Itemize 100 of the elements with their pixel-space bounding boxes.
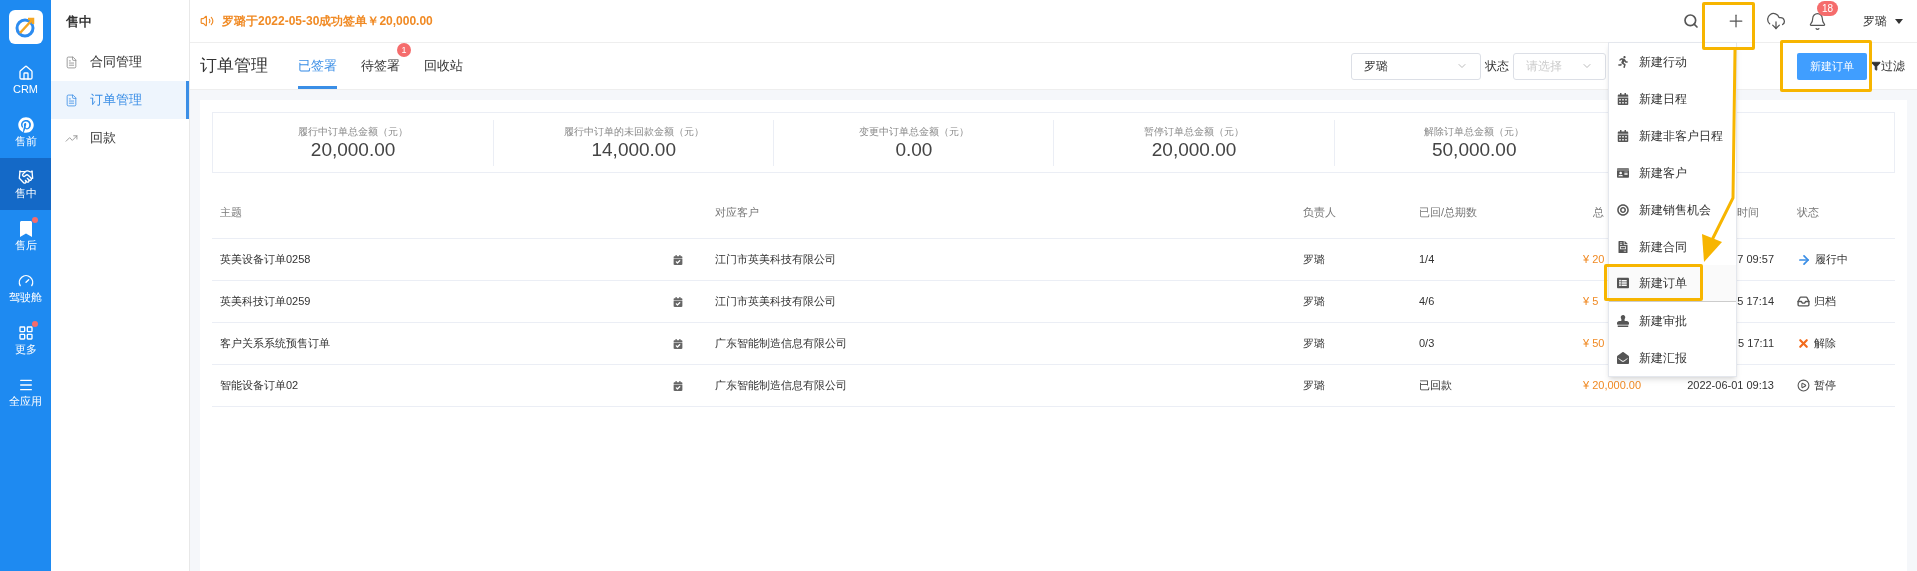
tab[interactable]: 回收站 [424,43,463,89]
status-text: 归档 [1814,294,1836,310]
table-cell-text: 广东智能制造信息有限公司 [715,336,848,352]
rail-item[interactable]: CRM [0,54,51,106]
menu-item[interactable]: 新建非客户日程 [1609,117,1736,154]
column-header: 负责人 [1303,205,1336,221]
menu-item[interactable]: 新建审批 [1609,302,1736,339]
column-header: 状态 [1797,205,1819,221]
column-header: 对应客户 [715,205,759,221]
stat-value: 20,000.00 [310,138,396,161]
stat-label: 暂停订单总金额（元） [1144,124,1245,139]
calendar-icon[interactable] [673,296,683,307]
menu-item[interactable]: 新建汇报 [1609,339,1736,376]
column-header: 主题 [220,205,242,221]
table-cell-text: 0/3 [1419,336,1436,352]
bell-icon[interactable] [1808,11,1827,31]
table-cell-text: ¥ 20 [1583,252,1605,268]
menu-item[interactable]: 新建日程 [1609,80,1736,117]
rail-item[interactable]: 售后 [0,210,51,262]
rail-item[interactable]: 售前 [0,106,51,158]
highlight-frame [1702,2,1755,50]
stat-value: 50,000.00 [1431,138,1517,161]
table-cell-text: 广东智能制造信息有限公司 [715,378,848,394]
stat-value: 20,000.00 [1151,138,1237,161]
table-cell-text: 江门市英美科技有限公司 [715,294,837,310]
search-icon[interactable] [1683,13,1699,29]
cloud-download-icon[interactable] [1766,11,1786,31]
calendar-icon[interactable] [673,254,683,265]
table-cell-text: 5 17:14 [1737,294,1774,310]
table-cell-text: 已回款 [1419,378,1453,394]
inbox-icon [1797,295,1810,308]
menu-item[interactable]: 新建客户 [1609,154,1736,191]
caret-icon [1895,18,1903,24]
filter-button[interactable]: 过滤 [1871,57,1905,75]
table-cell-text: 1/4 [1419,252,1436,268]
stat-label: 变更中订单总金额（元） [858,124,969,139]
table-cell-text: ¥ 5 [1583,294,1599,310]
handshake-icon [17,169,34,185]
menu-icon [17,377,34,393]
gauge-icon [17,273,34,289]
table-cell-text: 英美设备订单0258 [220,252,312,268]
menu-item[interactable]: 新建合同 [1609,228,1736,265]
cross-icon [1797,337,1810,350]
target-icon [1617,203,1629,216]
column-header: 时间 [1737,205,1759,221]
stamp-icon [1617,314,1629,327]
column-header: 总 [1593,205,1604,221]
document-icon [65,93,78,107]
pin-icon [17,117,34,133]
table-cell-text: 罗璐 [1303,252,1326,268]
calendar-icon[interactable] [673,380,683,391]
envelope-icon [1617,351,1629,364]
calendar-icon[interactable] [673,338,683,349]
table-cell-text: ¥ 20,000.00 [1583,378,1642,394]
running-person-icon [1617,55,1629,68]
status-text: 暂停 [1814,378,1836,394]
table-cell-text: 智能设备订单02 [220,378,300,394]
notification-badge: 18 [1817,0,1839,16]
column-header: 已回/总期数 [1419,205,1478,221]
calendar-icon [1617,129,1629,142]
menu-item[interactable]: 新建行动 [1609,43,1736,80]
table-cell-text: 英美科技订单0259 [220,294,312,310]
table-cell-text: 罗璐 [1303,294,1326,310]
menu-item[interactable]: 新建销售机会 [1609,191,1736,228]
owner-select[interactable]: 罗璐 [1351,52,1481,80]
sidebar-item[interactable]: 合同管理 [51,43,189,81]
table-cell-text: 江门市英美科技有限公司 [715,252,837,268]
count-badge: 1 [397,43,411,57]
notice-text: 罗璐于2022-05-30成功签单￥20,000.00 [222,13,433,30]
bookmark-icon [17,221,34,237]
tab[interactable]: 待签署 [361,43,400,89]
status-label: 状态 [1485,58,1509,75]
table-cell-text: 5 17:11 [1738,336,1774,352]
stat-value: 14,000.00 [591,138,676,161]
menu-item[interactable]: 新建订单 [1609,265,1736,302]
stat-label: 履行中订单总金额（元） [298,124,409,139]
user-menu[interactable]: 罗璐 [1863,12,1903,30]
calendar-icon [1617,92,1629,105]
home-icon [17,65,34,81]
table-cell-text: 4/6 [1419,294,1436,310]
rail-item[interactable]: 售中 [0,158,51,210]
grid-icon [17,325,34,341]
table-cell-text: ¥ 50 [1583,336,1605,352]
sidebar-item[interactable]: 回款 [51,119,189,157]
rail-item[interactable]: 更多 [0,314,51,366]
speaker-icon [200,14,214,28]
document-icon [1617,240,1629,253]
play-icon [1797,379,1810,392]
table-cell-text: 2022-06-01 09:13 [1687,378,1774,394]
sidebar-title: 售中 [65,12,93,31]
status-text: 履行中 [1815,252,1848,268]
table-cell-text: 7 09:57 [1737,252,1774,268]
stat-label: 履行中订单的未回款金额（元） [563,124,704,139]
table-cell-text: 罗璐 [1303,378,1326,394]
rail-item[interactable]: 全应用 [0,366,51,418]
rail-item[interactable]: 驾驶舱 [0,262,51,314]
list-icon [1617,277,1629,289]
table-cell-text: 罗璐 [1303,336,1326,352]
status-text: 解除 [1814,336,1836,352]
page-title: 订单管理 [200,55,268,78]
